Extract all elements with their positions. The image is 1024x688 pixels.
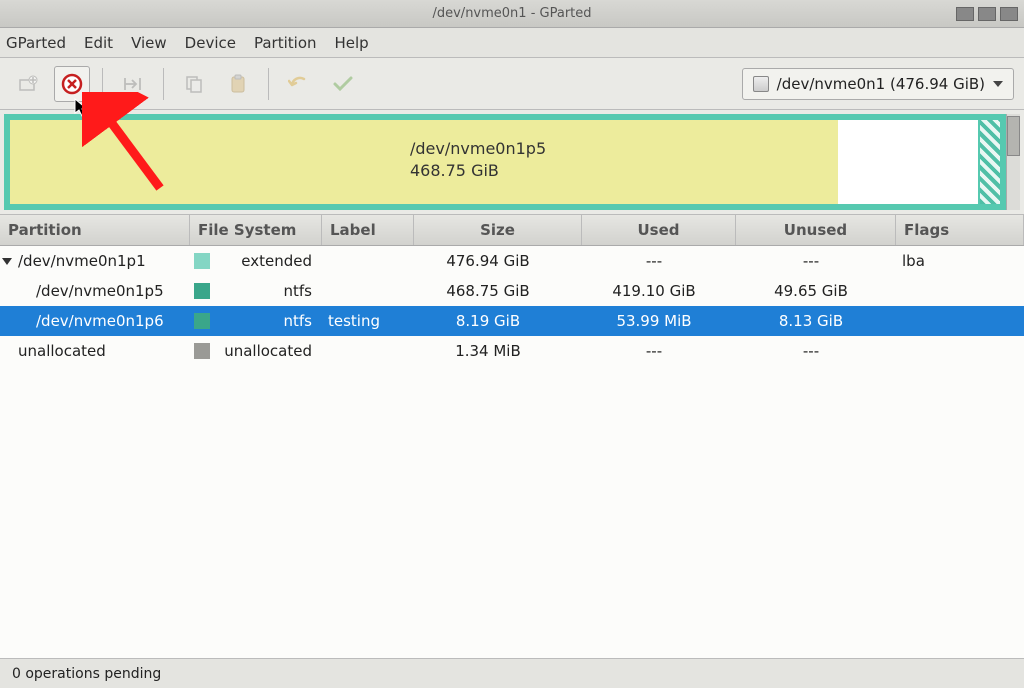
partition-row[interactable]: /dev/nvme0n1p6 ntfstesting8.19 GiB53.99 M…	[0, 306, 1024, 336]
device-selector-label: /dev/nvme0n1 (476.94 GiB)	[777, 75, 985, 93]
cell-used: 53.99 MiB	[582, 312, 736, 330]
cell-size: 1.34 MiB	[414, 342, 582, 360]
toolbar-separator	[268, 68, 269, 100]
menu-gparted[interactable]: GParted	[6, 34, 66, 52]
cell-size: 468.75 GiB	[414, 282, 582, 300]
cell-label: testing	[322, 312, 414, 330]
partition-name: /dev/nvme0n1p1	[18, 252, 146, 270]
copy-button[interactable]	[176, 66, 212, 102]
expander-icon[interactable]	[2, 258, 12, 265]
cell-partition: /dev/nvme0n1p1	[0, 252, 190, 270]
cell-filesystem: ntfs	[190, 312, 322, 330]
menu-view[interactable]: View	[131, 34, 167, 52]
window-title: /dev/nvme0n1 - GParted	[432, 6, 591, 21]
apply-button[interactable]	[325, 66, 361, 102]
undo-button[interactable]	[281, 66, 317, 102]
col-unused[interactable]: Unused	[736, 215, 896, 245]
cell-unused: ---	[736, 252, 896, 270]
delete-partition-button[interactable]	[54, 66, 90, 102]
partition-row[interactable]: /dev/nvme0n1p1extended476.94 GiB------lb…	[0, 246, 1024, 276]
close-window-button[interactable]	[1000, 7, 1018, 21]
partition-graph-tail	[978, 120, 1000, 204]
partition-graph-area: /dev/nvme0n1p5 468.75 GiB	[0, 110, 1024, 214]
scroll-thumb[interactable]	[1007, 116, 1020, 156]
cell-unused: ---	[736, 342, 896, 360]
toolbar: /dev/nvme0n1 (476.94 GiB)	[0, 58, 1024, 110]
filesystem-swatch-icon	[194, 253, 210, 269]
paste-icon	[228, 74, 248, 94]
cell-flags: lba	[896, 252, 1024, 270]
col-flags[interactable]: Flags	[896, 215, 1024, 245]
filesystem-text: ntfs	[284, 282, 322, 300]
partition-table-header: Partition File System Label Size Used Un…	[0, 214, 1024, 246]
cell-unused: 49.65 GiB	[736, 282, 896, 300]
graph-partition-name: /dev/nvme0n1p5	[410, 138, 546, 160]
cell-partition: /dev/nvme0n1p6	[0, 312, 190, 330]
menu-help[interactable]: Help	[335, 34, 369, 52]
col-label[interactable]: Label	[322, 215, 414, 245]
cell-used: ---	[582, 252, 736, 270]
menu-partition[interactable]: Partition	[254, 34, 317, 52]
disk-icon	[753, 76, 769, 92]
partition-name: /dev/nvme0n1p5	[36, 282, 164, 300]
cell-unused: 8.13 GiB	[736, 312, 896, 330]
resize-move-button[interactable]	[115, 66, 151, 102]
statusbar: 0 operations pending	[0, 658, 1024, 688]
partition-row[interactable]: /dev/nvme0n1p5 ntfs 468.75 GiB419.10 GiB49…	[0, 276, 1024, 306]
col-filesystem[interactable]: File System	[190, 215, 322, 245]
partition-graph-label: /dev/nvme0n1p5 468.75 GiB	[410, 138, 546, 183]
window-titlebar: /dev/nvme0n1 - GParted	[0, 0, 1024, 28]
filesystem-swatch-icon	[194, 283, 210, 299]
filesystem-swatch-icon	[194, 343, 210, 359]
menu-device[interactable]: Device	[185, 34, 236, 52]
toolbar-separator	[102, 68, 103, 100]
apply-icon	[332, 75, 354, 93]
partition-free-region	[838, 120, 978, 204]
device-selector[interactable]: /dev/nvme0n1 (476.94 GiB)	[742, 68, 1014, 100]
status-text: 0 operations pending	[12, 666, 161, 682]
resize-icon	[122, 74, 144, 94]
cell-used: 419.10 GiB	[582, 282, 736, 300]
partition-row[interactable]: unallocatedunallocated1.34 MiB------	[0, 336, 1024, 366]
graph-partition-size: 468.75 GiB	[410, 160, 546, 182]
cell-size: 8.19 GiB	[414, 312, 582, 330]
copy-icon	[184, 74, 204, 94]
cell-filesystem: extended	[190, 252, 322, 270]
cell-filesystem: unallocated	[190, 342, 322, 360]
cell-partition: unallocated	[0, 342, 190, 360]
col-used[interactable]: Used	[582, 215, 736, 245]
paste-button[interactable]	[220, 66, 256, 102]
maximize-button[interactable]	[978, 7, 996, 21]
menu-edit[interactable]: Edit	[84, 34, 113, 52]
cell-size: 476.94 GiB	[414, 252, 582, 270]
filesystem-text: extended	[241, 252, 322, 270]
cell-used: ---	[582, 342, 736, 360]
minimize-button[interactable]	[956, 7, 974, 21]
new-partition-button[interactable]	[10, 66, 46, 102]
partition-name: /dev/nvme0n1p6	[36, 312, 164, 330]
partition-name: unallocated	[18, 342, 106, 360]
new-icon	[18, 74, 38, 94]
partition-table-body: /dev/nvme0n1p1extended476.94 GiB------lb…	[0, 246, 1024, 658]
chevron-down-icon	[993, 81, 1003, 87]
col-size[interactable]: Size	[414, 215, 582, 245]
delete-icon	[61, 73, 83, 95]
graph-scrollbar[interactable]	[1006, 114, 1020, 210]
filesystem-text: ntfs	[284, 312, 322, 330]
cell-filesystem: ntfs	[190, 282, 322, 300]
filesystem-swatch-icon	[194, 313, 210, 329]
toolbar-separator	[163, 68, 164, 100]
undo-icon	[288, 75, 310, 93]
filesystem-text: unallocated	[224, 342, 322, 360]
partition-graph-main: /dev/nvme0n1p5 468.75 GiB	[10, 120, 978, 204]
cell-partition: /dev/nvme0n1p5	[0, 282, 190, 300]
col-partition[interactable]: Partition	[0, 215, 190, 245]
menubar: GParted Edit View Device Partition Help	[0, 28, 1024, 58]
window-controls	[956, 7, 1018, 21]
partition-graph[interactable]: /dev/nvme0n1p5 468.75 GiB	[4, 114, 1006, 210]
